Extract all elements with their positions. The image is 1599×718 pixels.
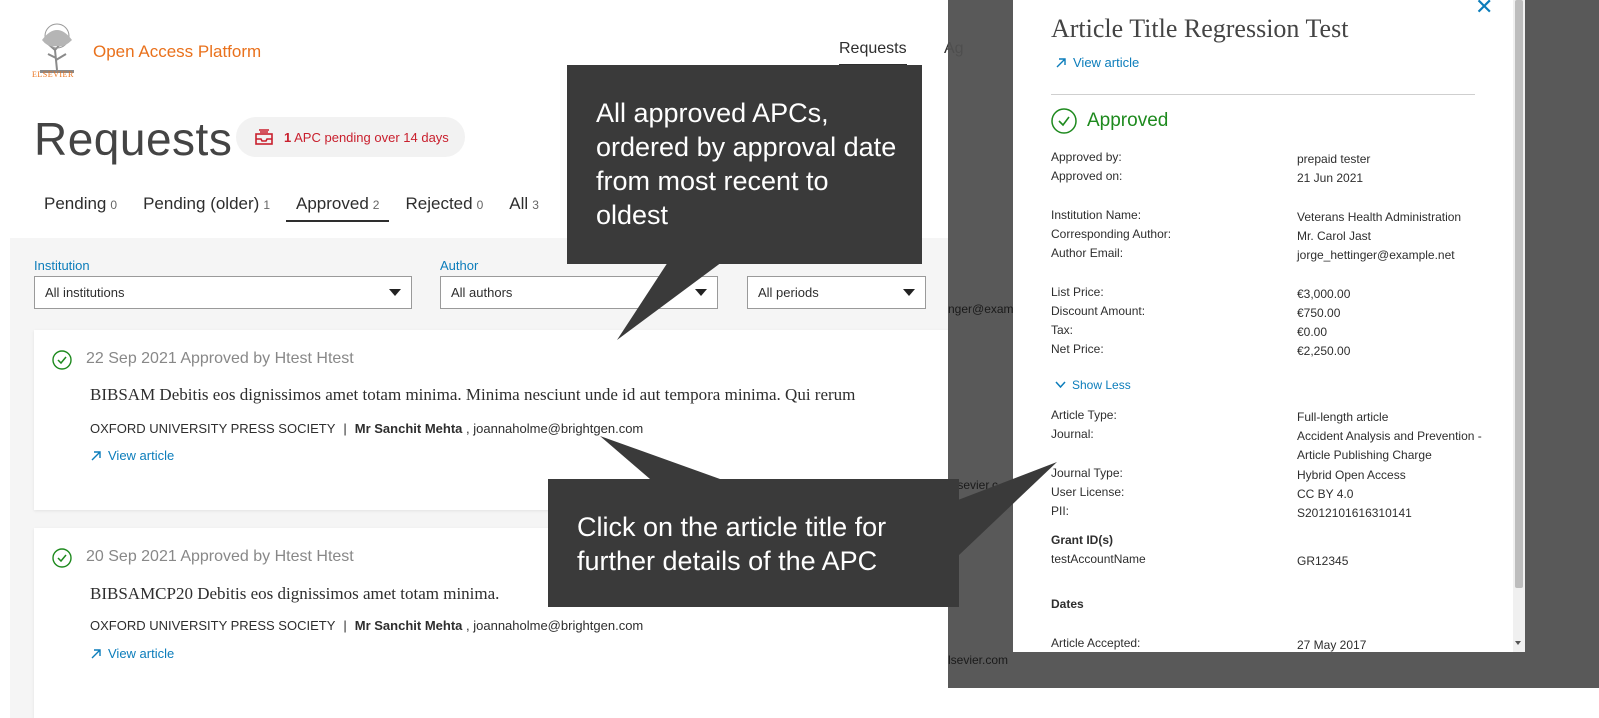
badge-text: 1 APC pending over 14 days [284,129,449,145]
view-article-link[interactable]: View article [90,646,174,661]
external-arrow-icon [91,648,101,658]
card-details: OXFORD UNIVERSITY PRESS SOCIETY | Mr Sanch… [90,618,644,633]
callout-text: Click on the article title for further d… [577,512,887,576]
divider [1051,94,1475,95]
approval-status: Approved [1051,108,1168,134]
card-meta: 22 Sep 2021 Approved by Htest Htest [86,350,354,367]
author-select[interactable]: All authors [440,276,718,309]
logo-text: ELSEVIER [32,70,74,79]
callout-text: All approved APCs, ordered by approval d… [596,98,897,230]
card-meta: 20 Sep 2021 Approved by Htest Htest [86,548,354,565]
article-title-link[interactable]: BIBSAM Debitis eos dignissimos amet tota… [90,385,855,405]
external-arrow-icon [91,450,101,460]
card-details: OXFORD UNIVERSITY PRESS SOCIETY | Mr Sanch… [90,421,644,436]
article-detail-panel: ✕ Article Title Regression Test View art… [1013,0,1525,652]
tab-pending[interactable]: Pending 0 [34,194,127,222]
background-text: nger@exam [948,302,1014,316]
article-title-link[interactable]: BIBSAMCP20 Debitis eos dignissimos amet … [90,584,499,604]
inbox-icon [255,129,273,145]
panel-scroll-thumb[interactable] [1515,0,1523,588]
approved-check-icon [1051,108,1077,134]
annotation-callout: Click on the article title for further d… [548,479,959,607]
nav-requests[interactable]: Requests [839,40,907,66]
panel-title: Article Title Regression Test [1051,14,1349,43]
chevron-down-icon [1055,381,1066,389]
annotation-callout: All approved APCs, ordered by approval d… [567,65,922,264]
pending-alert-badge[interactable]: 1 APC pending over 14 days [236,117,465,157]
tab-approved[interactable]: Approved 2 [286,194,390,222]
page-title: Requests [34,113,233,165]
tab-pending-older[interactable]: Pending (older) 1 [133,194,280,222]
approved-check-icon [52,548,72,568]
period-select[interactable]: All periods [747,276,926,309]
tab-all[interactable]: All 3 [499,194,549,222]
panel-view-article-link[interactable]: View article [1055,55,1139,70]
chevron-down-icon [389,289,401,296]
external-arrow-icon [1056,57,1066,67]
close-icon[interactable]: ✕ [1475,0,1493,20]
institution-filter-label: Institution [34,258,90,273]
institution-select[interactable]: All institutions [34,276,412,309]
chevron-down-icon [695,289,707,296]
app-name[interactable]: Open Access Platform [93,42,261,62]
approved-check-icon [52,350,72,370]
view-article-link[interactable]: View article [90,448,174,463]
grant-heading: Grant ID(s) [1051,533,1114,547]
status-tabs: Pending 0 Pending (older) 1 Approved 2 Reje… [34,194,555,222]
chevron-down-icon [903,289,915,296]
author-filter-label: Author [440,258,479,273]
tab-rejected[interactable]: Rejected 0 [395,194,493,222]
background-text: lsevier.com [948,653,1009,667]
dates-heading: Dates [1051,597,1084,611]
scroll-down-arrow-icon[interactable] [1515,641,1521,645]
show-less-toggle[interactable]: Show Less [1055,378,1131,392]
